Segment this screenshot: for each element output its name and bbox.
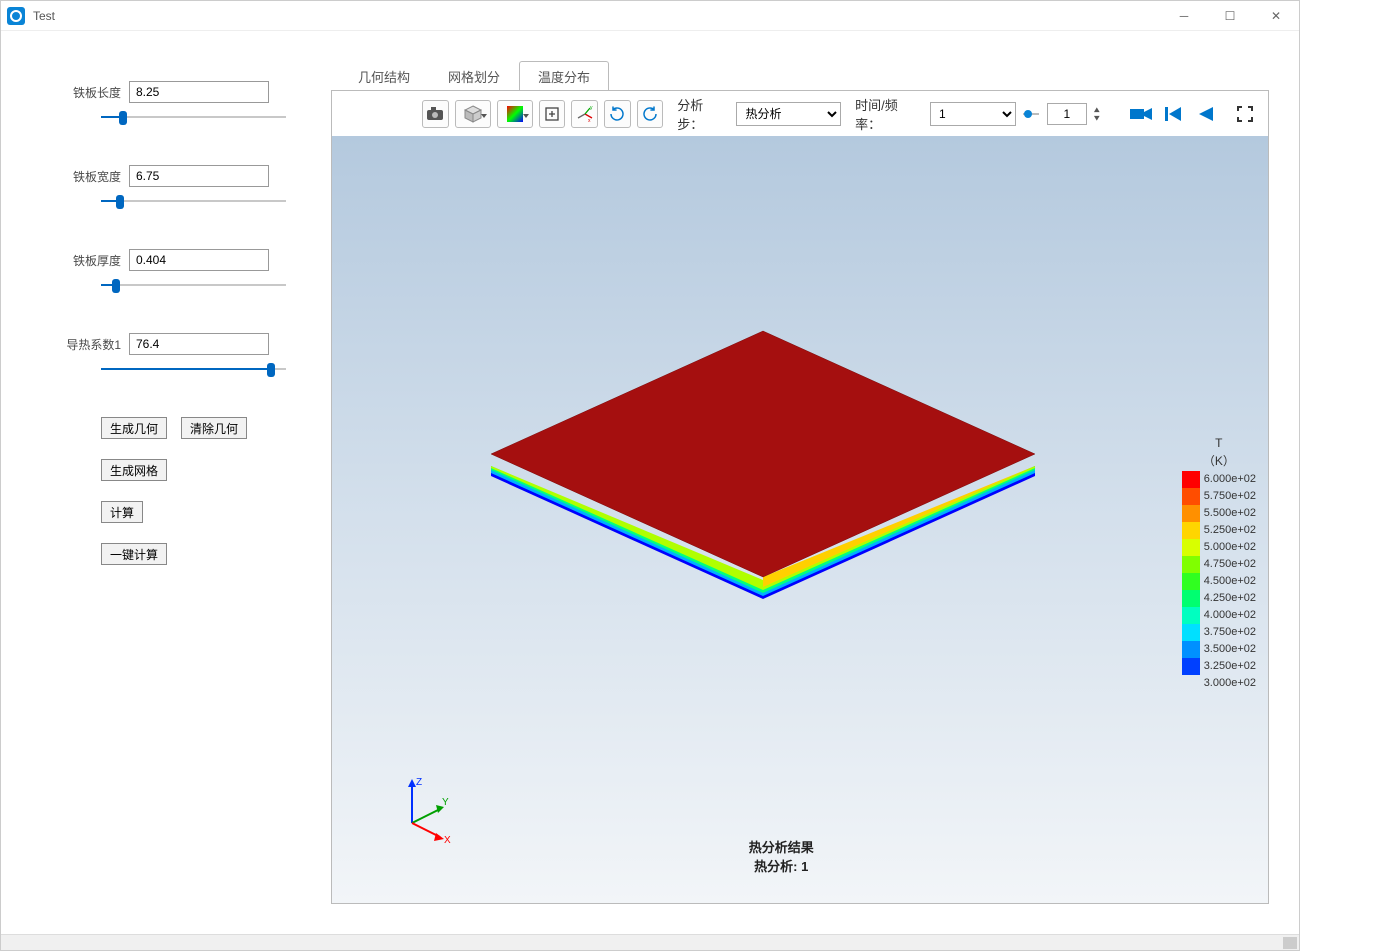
window-controls: ─ ☐ ✕ [1161, 1, 1299, 31]
param-label: 铁板宽度 [61, 168, 121, 185]
param-row: 铁板长度 [61, 81, 311, 125]
xyz-axes-icon[interactable]: xy [571, 100, 598, 128]
generate-geometry-button[interactable]: 生成几何 [101, 417, 167, 439]
viewer: xy 分析步： 热分析 时间/频率： 1 [331, 90, 1269, 904]
maximize-button[interactable]: ☐ [1207, 1, 1253, 31]
colormap-dropdown[interactable] [497, 100, 533, 128]
legend-swatch [1182, 471, 1200, 488]
tab[interactable]: 几何结构 [339, 61, 429, 91]
spinner-arrows-icon[interactable] [1093, 104, 1101, 124]
analysis-step-select[interactable]: 热分析 [736, 102, 841, 126]
param-input[interactable] [129, 333, 269, 355]
skip-start-icon[interactable] [1160, 100, 1187, 128]
param-label: 导热系数1 [61, 336, 121, 353]
one-click-compute-button[interactable]: 一键计算 [101, 543, 167, 565]
tabs-bar: 几何结构网格划分温度分布 [331, 61, 1299, 90]
play-reverse-icon[interactable] [1193, 100, 1220, 128]
svg-text:y: y [590, 105, 593, 111]
param-slider[interactable] [101, 277, 286, 293]
legend-swatch [1182, 658, 1200, 675]
param-input[interactable] [129, 249, 269, 271]
tab[interactable]: 网格划分 [429, 61, 519, 91]
param-row: 铁板厚度 [61, 249, 311, 293]
param-slider[interactable] [101, 109, 286, 125]
param-label: 铁板厚度 [61, 252, 121, 269]
param-row: 铁板宽度 [61, 165, 311, 209]
close-button[interactable]: ✕ [1253, 1, 1299, 31]
fit-view-icon[interactable] [539, 100, 566, 128]
legend-swatch [1182, 607, 1200, 624]
video-record-icon[interactable] [1128, 100, 1155, 128]
legend-label: 4.000e+02 [1204, 607, 1256, 624]
svg-text:Z: Z [416, 777, 422, 788]
legend-swatch [1182, 488, 1200, 505]
svg-text:x: x [588, 118, 591, 123]
legend-unit: （K） [1182, 452, 1256, 469]
legend-swatch [1182, 590, 1200, 607]
main-panel: 几何结构网格划分温度分布 [331, 31, 1299, 934]
svg-text:X: X [444, 835, 451, 843]
app-window: Test ─ ☐ ✕ 铁板长度铁板宽度铁板厚度导热系数1 生成几何 清除几何 生… [0, 0, 1300, 951]
app-icon [7, 7, 25, 25]
horizontal-scrollbar[interactable] [1, 934, 1299, 950]
legend-label: 4.250e+02 [1204, 590, 1256, 607]
cube-view-dropdown[interactable] [455, 100, 491, 128]
legend-label: 5.250e+02 [1204, 522, 1256, 539]
param-input[interactable] [129, 165, 269, 187]
legend-label: 4.750e+02 [1204, 556, 1256, 573]
legend-swatch [1182, 556, 1200, 573]
3d-canvas[interactable]: Z Y X 热分析结果 热分析: 1 T （K） [332, 136, 1268, 903]
param-slider[interactable] [101, 193, 286, 209]
legend-swatch [1182, 573, 1200, 590]
legend-swatch [1182, 641, 1200, 658]
tab[interactable]: 温度分布 [519, 61, 609, 91]
axes-gizmo: Z Y X [392, 773, 462, 843]
viewer-toolbar: xy 分析步： 热分析 时间/频率： 1 [332, 91, 1268, 136]
legend-label: 3.000e+02 [1204, 675, 1256, 692]
param-slider[interactable] [101, 361, 286, 377]
legend-swatch [1182, 505, 1200, 522]
time-freq-label: 时间/频率： [855, 95, 920, 133]
slider-icon[interactable] [1022, 100, 1041, 128]
param-row: 导热系数1 [61, 333, 311, 377]
legend-label: 4.500e+02 [1204, 573, 1256, 590]
camera-icon[interactable] [422, 100, 449, 128]
legend-label: 3.750e+02 [1204, 624, 1256, 641]
minimize-button[interactable]: ─ [1161, 1, 1207, 31]
time-freq-select[interactable]: 1 [930, 102, 1016, 126]
fullscreen-icon[interactable] [1231, 100, 1258, 128]
rotate-cw-icon[interactable] [604, 100, 631, 128]
legend-label: 3.250e+02 [1204, 658, 1256, 675]
legend-label: 5.500e+02 [1204, 505, 1256, 522]
legend-label: 6.000e+02 [1204, 471, 1256, 488]
legend-var: T [1182, 436, 1256, 450]
window-title: Test [33, 9, 55, 23]
analysis-step-label: 分析步： [677, 95, 726, 133]
param-label: 铁板长度 [61, 84, 121, 101]
plate-model [483, 321, 1043, 641]
param-input[interactable] [129, 81, 269, 103]
clear-geometry-button[interactable]: 清除几何 [181, 417, 247, 439]
svg-text:Y: Y [442, 797, 449, 808]
legend-label: 5.000e+02 [1204, 539, 1256, 556]
frame-spinner[interactable] [1047, 103, 1087, 125]
legend-swatch [1182, 539, 1200, 556]
color-legend: T （K） 6.000e+025.750e+025.500e+025.250e+… [1182, 436, 1256, 692]
titlebar: Test ─ ☐ ✕ [1, 1, 1299, 31]
legend-swatch [1182, 522, 1200, 539]
parameter-panel: 铁板长度铁板宽度铁板厚度导热系数1 生成几何 清除几何 生成网格 计算 一键计算 [1, 31, 331, 934]
legend-swatch [1182, 624, 1200, 641]
rotate-ccw-icon[interactable] [637, 100, 664, 128]
legend-label: 3.500e+02 [1204, 641, 1256, 658]
legend-label: 5.750e+02 [1204, 488, 1256, 505]
compute-button[interactable]: 计算 [101, 501, 143, 523]
result-caption: 热分析结果 热分析: 1 [749, 837, 814, 875]
generate-mesh-button[interactable]: 生成网格 [101, 459, 167, 481]
